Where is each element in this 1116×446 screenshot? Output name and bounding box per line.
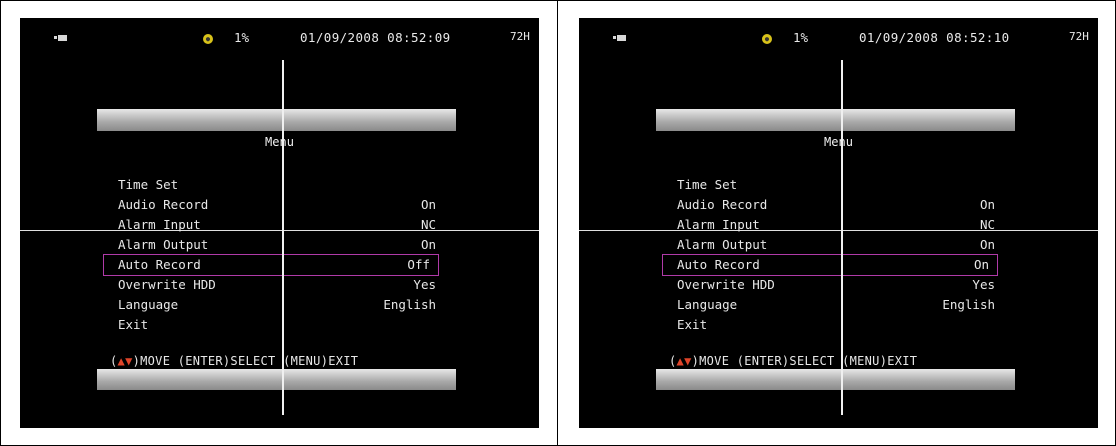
menu-bottom-bar xyxy=(97,369,456,390)
menu-item-value: NC xyxy=(979,217,995,232)
datetime: 01/09/2008 08:52:09 xyxy=(300,30,451,45)
menu-item-language[interactable]: Language English xyxy=(114,295,444,315)
camera-icon xyxy=(613,35,626,41)
menu-item-auto-record[interactable]: Auto Record On xyxy=(662,254,998,276)
up-down-arrows-icon: ▲▼ xyxy=(117,354,133,368)
menu-title: Menu xyxy=(265,135,294,149)
menu-top-bar xyxy=(656,109,1015,131)
menu-item-alarm-output[interactable]: Alarm Output On xyxy=(673,235,1003,255)
menu-item-time-set[interactable]: Time Set xyxy=(114,175,444,195)
menu-item-label: Audio Record xyxy=(118,197,209,212)
menu-item-label: Time Set xyxy=(677,177,738,192)
menu-item-label: Language xyxy=(118,297,179,312)
menu-item-alarm-input[interactable]: Alarm Input NC xyxy=(114,215,444,235)
status-bar: ● 1% 01/09/2008 08:52:09 72H xyxy=(20,18,539,54)
menu-item-value: On xyxy=(979,237,995,252)
status-bar: ● 1% 01/09/2008 08:52:10 72H xyxy=(579,18,1098,54)
hdd-icon: ● xyxy=(203,34,213,44)
menu-item-label: Auto Record xyxy=(118,257,201,272)
menu-item-exit[interactable]: Exit xyxy=(673,315,1003,335)
menu-item-label: Language xyxy=(677,297,738,312)
menu-item-value: Yes xyxy=(413,277,436,292)
menu-item-label: Overwrite HDD xyxy=(118,277,216,292)
up-down-arrows-icon: ▲▼ xyxy=(676,354,692,368)
menu-item-alarm-input[interactable]: Alarm Input NC xyxy=(673,215,1003,235)
disk-usage: 1% xyxy=(793,30,809,45)
menu-item-language[interactable]: Language English xyxy=(673,295,1003,315)
menu-list: Time Set Audio Record On Alarm Input NC Al… xyxy=(662,175,1003,335)
menu-item-label: Exit xyxy=(118,317,149,332)
menu-item-exit[interactable]: Exit xyxy=(114,315,444,335)
menu-item-value: NC xyxy=(420,217,436,232)
menu-item-label: Auto Record xyxy=(677,257,760,272)
menu-item-label: Exit xyxy=(677,317,708,332)
record-hours: 72H xyxy=(510,30,530,43)
menu-item-value: On xyxy=(979,197,995,212)
menu-top-bar xyxy=(97,109,456,131)
crosshair-vertical xyxy=(841,60,843,415)
menu-item-value: On xyxy=(973,257,989,272)
disk-usage: 1% xyxy=(234,30,250,45)
menu-item-label: Alarm Output xyxy=(118,237,209,252)
menu-list: Time Set Audio Record On Alarm Input NC Al… xyxy=(103,175,444,335)
menu-item-value: On xyxy=(420,237,436,252)
menu-item-time-set[interactable]: Time Set xyxy=(673,175,1003,195)
menu-item-alarm-output[interactable]: Alarm Output On xyxy=(114,235,444,255)
menu-item-value: On xyxy=(420,197,436,212)
crosshair-vertical xyxy=(282,60,284,415)
menu-item-value: English xyxy=(942,297,995,312)
menu-title: Menu xyxy=(824,135,853,149)
hdd-icon: ● xyxy=(762,34,772,44)
dvr-screen-left: ● 1% 01/09/2008 08:52:09 72H Menu Time S… xyxy=(20,18,539,428)
camera-icon xyxy=(54,35,67,41)
menu-item-audio-record[interactable]: Audio Record On xyxy=(673,195,1003,215)
menu-item-value: Off xyxy=(407,257,430,272)
menu-item-label: Alarm Input xyxy=(118,217,201,232)
menu-item-overwrite-hdd[interactable]: Overwrite HDD Yes xyxy=(673,275,1003,295)
key-hint: (▲▼)MOVE (ENTER)SELECT (MENU)EXIT xyxy=(669,354,918,368)
record-hours: 72H xyxy=(1069,30,1089,43)
menu-item-value: Yes xyxy=(972,277,995,292)
menu-item-value: English xyxy=(383,297,436,312)
menu-item-audio-record[interactable]: Audio Record On xyxy=(114,195,444,215)
datetime: 01/09/2008 08:52:10 xyxy=(859,30,1010,45)
cell-divider xyxy=(557,0,558,446)
dvr-screen-right: ● 1% 01/09/2008 08:52:10 72H Menu Time S… xyxy=(579,18,1098,428)
menu-item-label: Alarm Input xyxy=(677,217,760,232)
key-hint: (▲▼)MOVE (ENTER)SELECT (MENU)EXIT xyxy=(110,354,359,368)
menu-item-label: Overwrite HDD xyxy=(677,277,775,292)
menu-item-label: Audio Record xyxy=(677,197,768,212)
menu-bottom-bar xyxy=(656,369,1015,390)
menu-item-auto-record[interactable]: Auto Record Off xyxy=(103,254,439,276)
menu-item-overwrite-hdd[interactable]: Overwrite HDD Yes xyxy=(114,275,444,295)
menu-item-label: Time Set xyxy=(118,177,179,192)
menu-item-label: Alarm Output xyxy=(677,237,768,252)
